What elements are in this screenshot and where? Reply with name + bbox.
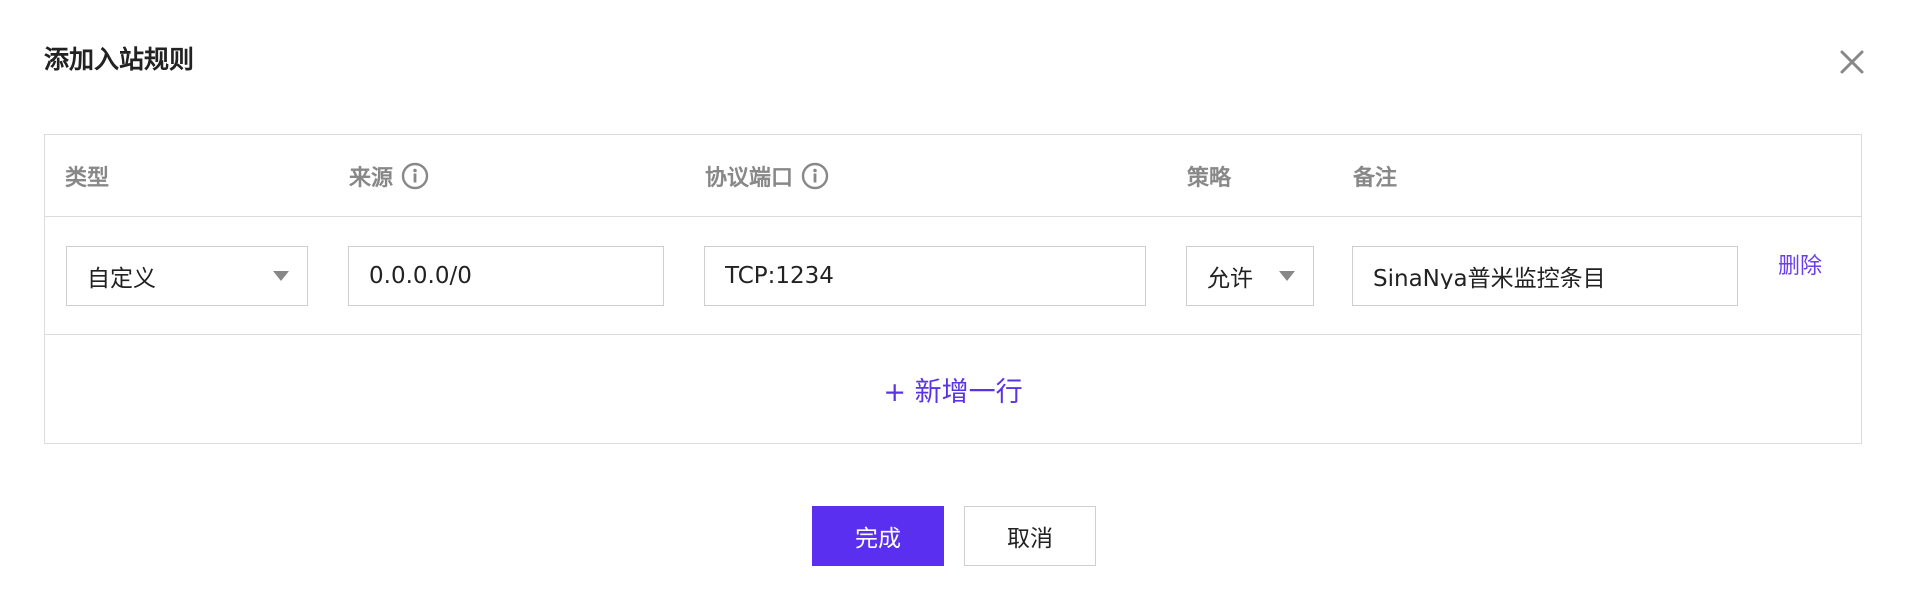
header-protocol-port-label: 协议端口 <box>705 166 794 191</box>
remark-input[interactable] <box>1352 246 1738 306</box>
header-type: 类型 <box>65 135 109 217</box>
protocol-port-input[interactable] <box>704 246 1146 306</box>
policy-select-value: 允许 <box>1207 266 1253 292</box>
remark-input-field[interactable] <box>1373 263 1737 289</box>
close-button[interactable] <box>1832 42 1872 82</box>
type-select[interactable]: 自定义 <box>66 246 308 306</box>
add-inbound-rule-dialog: 添加入站规则 类型 来源 协议端口 策略 备注 + 新增一行 自定义 0.0.0… <box>0 0 1916 600</box>
dialog-title: 添加入站规则 <box>44 45 195 74</box>
source-input[interactable] <box>348 246 664 306</box>
add-row-button[interactable]: + 新增一行 <box>883 370 1022 409</box>
header-source: 来源 <box>349 135 429 217</box>
cancel-button[interactable]: 取消 <box>964 506 1096 566</box>
chevron-down-icon <box>1279 271 1295 281</box>
header-remark: 备注 <box>1353 135 1397 217</box>
header-type-label: 类型 <box>65 166 110 191</box>
protocol-port-input-field[interactable] <box>725 263 1145 289</box>
close-icon <box>1832 42 1872 82</box>
header-policy: 策略 <box>1187 135 1231 217</box>
info-icon[interactable] <box>401 162 429 190</box>
header-protocol-port: 协议端口 <box>705 135 829 217</box>
info-icon[interactable] <box>801 162 829 190</box>
header-remark-label: 备注 <box>1353 166 1398 191</box>
type-select-value: 自定义 <box>87 266 156 292</box>
header-source-label: 来源 <box>349 166 394 191</box>
delete-row-link[interactable]: 删除 <box>1778 248 1822 280</box>
table-header: 类型 来源 协议端口 策略 备注 <box>45 135 1861 217</box>
source-input-field[interactable] <box>369 263 663 289</box>
add-row-area: + 新增一行 <box>45 335 1861 443</box>
confirm-button[interactable]: 完成 <box>812 506 944 566</box>
header-policy-label: 策略 <box>1187 166 1232 191</box>
chevron-down-icon <box>273 271 289 281</box>
policy-select[interactable]: 允许 <box>1186 246 1314 306</box>
